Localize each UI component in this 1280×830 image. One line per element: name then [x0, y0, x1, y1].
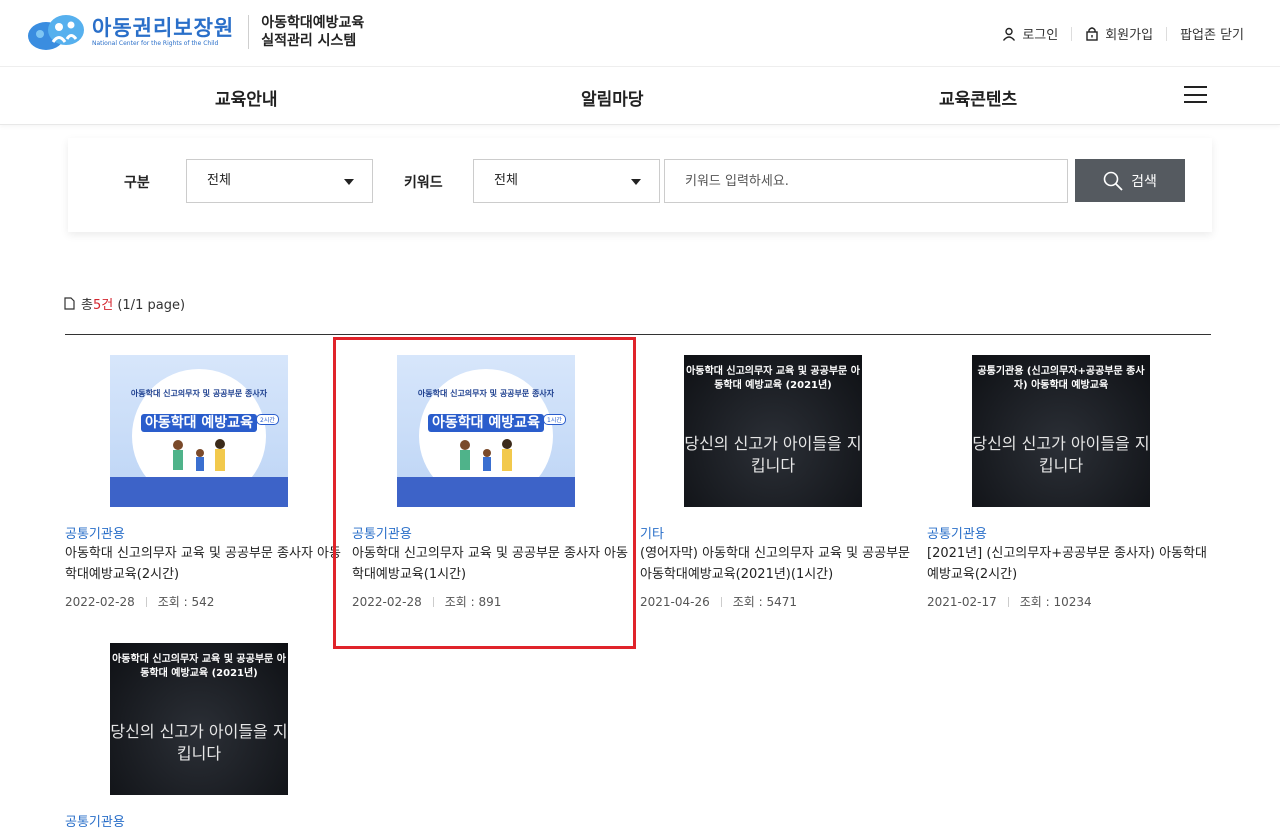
- card-date: 2021-02-17: [927, 594, 997, 609]
- search-icon: [1103, 171, 1123, 191]
- utility-menu: 로그인 회원가입 팝업존 닫기: [1002, 24, 1244, 43]
- card-meta: 2022-02-28 조회 : 891: [352, 593, 501, 610]
- site-header: 아동권리보장원 National Center for the Rights o…: [0, 0, 1280, 67]
- chevron-down-icon: [631, 179, 641, 185]
- popup-close-link[interactable]: 팝업존 닫기: [1180, 24, 1244, 43]
- thumb-floor: [110, 477, 288, 507]
- card-meta: 2022-02-28 조회 : 542: [65, 593, 214, 610]
- system-name-line1: 아동학대예방교육: [261, 15, 365, 31]
- card-date: 2021-04-26: [640, 594, 710, 609]
- list-divider: [65, 334, 1211, 335]
- document-icon: [64, 297, 75, 310]
- popup-close-label: 팝업존 닫기: [1180, 28, 1244, 43]
- thumb-badge: 1시간: [543, 414, 566, 425]
- category-label: 구분: [124, 175, 150, 191]
- nav-item-notices[interactable]: 알림마당: [581, 85, 644, 110]
- thumb-badge: 2시간: [256, 414, 279, 425]
- chevron-down-icon: [344, 179, 354, 185]
- menu-icon[interactable]: [1184, 86, 1207, 103]
- card-date: 2022-02-28: [65, 594, 135, 609]
- card-views: 조회 : 542: [157, 595, 215, 609]
- card-views: 조회 : 891: [444, 595, 502, 609]
- thumb-subtitle: 아동학대 신고의무자 및 공공부문 종사자: [130, 389, 268, 398]
- search-panel: 구분 전체 키워드 전체 검색: [68, 138, 1212, 232]
- category-select[interactable]: 전체: [186, 159, 373, 203]
- thumb-floor: [397, 477, 575, 507]
- total-prefix: 총: [81, 298, 93, 313]
- card-title[interactable]: 아동학대 신고의무자 교육 및 공공부문 종사자 아동학대예방교육(2시간): [65, 543, 349, 585]
- thumb-subtitle: 공통기관용 (신고의무자+공공부문 종사자) 아동학대 예방교육: [977, 366, 1145, 391]
- card-category[interactable]: 공통기관용: [65, 811, 125, 830]
- card-meta: 2021-04-26 조회 : 5471: [640, 593, 797, 610]
- thumb-subtitle: 아동학대 신고의무자 교육 및 공공부문 아동학대 예방교육 (2021년): [112, 654, 286, 679]
- logo-name: 아동권리보장원: [92, 16, 235, 40]
- lock-icon: [1086, 27, 1098, 41]
- logo[interactable]: 아동권리보장원 National Center for the Rights o…: [26, 12, 364, 52]
- login-link[interactable]: 로그인: [1002, 24, 1058, 43]
- card-meta: 2021-02-17 조회 : 10234: [927, 593, 1092, 610]
- util-divider: [1166, 26, 1168, 41]
- card-thumbnail[interactable]: 아동학대 신고의무자 및 공공부문 종사자 아동학대 예방교육 2시간: [110, 355, 288, 507]
- card-views: 조회 : 5471: [732, 595, 798, 609]
- family-illustration-icon: [460, 439, 512, 471]
- signup-link[interactable]: 회원가입: [1085, 24, 1153, 43]
- system-name-line2: 실적관리 시스템: [261, 33, 357, 49]
- card-title[interactable]: 아동학대 신고의무자 교육 및 공공부문 종사자 아동학대예방교육(1시간): [352, 543, 636, 585]
- card-category[interactable]: 기타: [640, 523, 664, 542]
- search-button-label: 검색: [1131, 173, 1157, 190]
- total-count: 5건: [92, 298, 114, 313]
- card-thumbnail[interactable]: 공통기관용 (신고의무자+공공부문 종사자) 아동학대 예방교육 당신의 신고가…: [972, 355, 1150, 507]
- card-thumbnail[interactable]: 아동학대 신고의무자 교육 및 공공부문 아동학대 예방교육 (2021년) 당…: [684, 355, 862, 507]
- card-category[interactable]: 공통기관용: [65, 523, 125, 542]
- thumb-subtitle: 아동학대 신고의무자 교육 및 공공부문 아동학대 예방교육 (2021년): [686, 366, 860, 391]
- keyword-select-value: 전체: [494, 173, 518, 188]
- user-icon: [1003, 27, 1016, 41]
- card-thumbnail[interactable]: 아동학대 신고의무자 교육 및 공공부문 아동학대 예방교육 (2021년) 당…: [110, 643, 288, 795]
- card-title[interactable]: (영어자막) 아동학대 신고의무자 교육 및 공공부문 아동학대예방교육(202…: [640, 543, 924, 585]
- logo-subtitle: National Center for the Rights of the Ch…: [92, 40, 219, 47]
- search-button[interactable]: 검색: [1075, 159, 1185, 202]
- keyword-input[interactable]: [664, 159, 1068, 203]
- util-divider: [1071, 26, 1073, 41]
- result-summary: 총5건 (1/1 page): [64, 294, 185, 313]
- keyword-label: 키워드: [404, 175, 443, 191]
- logo-divider: [248, 15, 250, 49]
- main-nav: 교육안내 알림마당 교육콘텐츠: [0, 67, 1280, 125]
- thumb-title: 당신의 신고가 아이들을 지킵니다: [110, 722, 288, 763]
- login-label: 로그인: [1022, 28, 1059, 43]
- keyword-type-select[interactable]: 전체: [473, 159, 660, 203]
- nav-item-education-guide[interactable]: 교육안내: [215, 85, 278, 110]
- card-views: 조회 : 10234: [1019, 595, 1092, 609]
- signup-label: 회원가입: [1105, 28, 1154, 43]
- category-select-value: 전체: [207, 173, 231, 188]
- card-category[interactable]: 공통기관용: [352, 523, 412, 542]
- total-pages: (1/1 page): [117, 298, 186, 313]
- thumb-title: 당신의 신고가 아이들을 지킵니다: [972, 434, 1150, 475]
- card-thumbnail[interactable]: 아동학대 신고의무자 및 공공부문 종사자 아동학대 예방교육 1시간: [397, 355, 575, 507]
- card-category[interactable]: 공통기관용: [927, 523, 987, 542]
- card-title[interactable]: [2021년] (신고의무자+공공부문 종사자) 아동학대 예방교육(2시간): [927, 543, 1211, 585]
- thumb-title: 당신의 신고가 아이들을 지킵니다: [684, 434, 862, 475]
- nav-item-education-contents[interactable]: 교육콘텐츠: [939, 85, 1017, 110]
- thumb-subtitle: 아동학대 신고의무자 및 공공부문 종사자: [417, 389, 555, 398]
- logo-emblem-icon: [28, 15, 84, 50]
- family-illustration-icon: [173, 439, 225, 471]
- card-date: 2022-02-28: [352, 594, 422, 609]
